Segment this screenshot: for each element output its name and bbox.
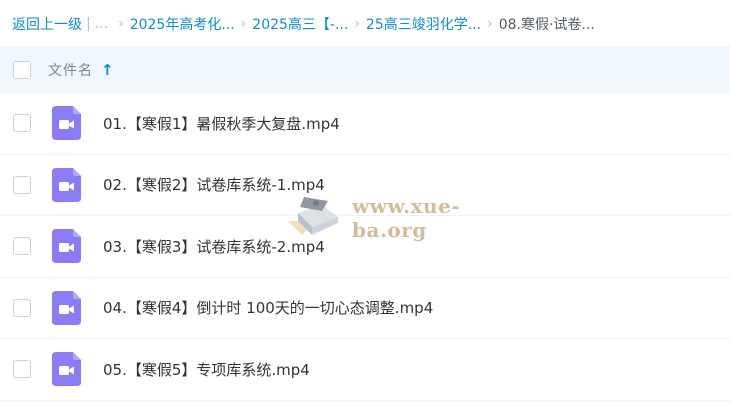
table-row[interactable]: 05.【寒假5】专项库系统.mp4 — [0, 339, 730, 401]
breadcrumb-item[interactable]: 2025年高考化... — [130, 14, 235, 34]
row-checkbox[interactable] — [13, 175, 31, 194]
video-file-icon — [52, 290, 81, 325]
breadcrumb-divider: | — [86, 16, 91, 32]
video-file-icon — [52, 352, 81, 387]
row-checkbox[interactable] — [13, 298, 31, 317]
table-row[interactable]: 01.【寒假1】暑假秋季大复盘.mp4 — [0, 93, 730, 155]
chevron-right-icon: › — [354, 16, 360, 32]
filename-column-header[interactable]: 文件名 — [48, 60, 93, 80]
breadcrumb-item[interactable]: 2025高三【-... — [252, 14, 348, 34]
back-link[interactable]: 返回上一级 — [12, 14, 82, 34]
video-file-icon — [52, 167, 81, 202]
file-list: 01.【寒假1】暑假秋季大复盘.mp4 02.【寒假2】试卷库系统-1.mp4 … — [0, 93, 730, 401]
breadcrumb: 返回上一级 | ... › 2025年高考化... › 2025高三【-... … — [0, 0, 730, 48]
table-row[interactable]: 03.【寒假3】试卷库系统-2.mp4 — [0, 216, 730, 278]
table-row[interactable]: 02.【寒假2】试卷库系统-1.mp4 — [0, 155, 730, 216]
file-name[interactable]: 02.【寒假2】试卷库系统-1.mp4 — [103, 174, 325, 195]
table-header: 文件名 ↑ — [0, 46, 730, 93]
file-name[interactable]: 04.【寒假4】倒计时 100天的一切心态调整.mp4 — [103, 297, 433, 318]
row-checkbox[interactable] — [13, 114, 31, 133]
file-name[interactable]: 01.【寒假1】暑假秋季大复盘.mp4 — [103, 113, 340, 134]
breadcrumb-item[interactable]: 25高三竣羽化学... — [366, 14, 481, 34]
chevron-right-icon: › — [240, 16, 247, 32]
breadcrumb-current: 08.寒假·试卷... — [498, 17, 595, 33]
select-all-checkbox[interactable] — [13, 60, 31, 79]
row-checkbox[interactable] — [13, 237, 31, 256]
row-checkbox[interactable] — [13, 360, 31, 379]
video-file-icon — [52, 106, 81, 141]
file-name[interactable]: 05.【寒假5】专项库系统.mp4 — [103, 359, 310, 380]
chevron-right-icon: › — [487, 16, 493, 32]
arrow-up-icon[interactable]: ↑ — [101, 61, 114, 79]
table-row[interactable]: 04.【寒假4】倒计时 100天的一切心态调整.mp4 — [0, 278, 730, 339]
video-file-icon — [52, 229, 81, 264]
chevron-right-icon: › — [118, 16, 124, 32]
file-name[interactable]: 03.【寒假3】试卷库系统-2.mp4 — [103, 236, 325, 257]
breadcrumb-ellipsis[interactable]: ... — [95, 16, 108, 32]
